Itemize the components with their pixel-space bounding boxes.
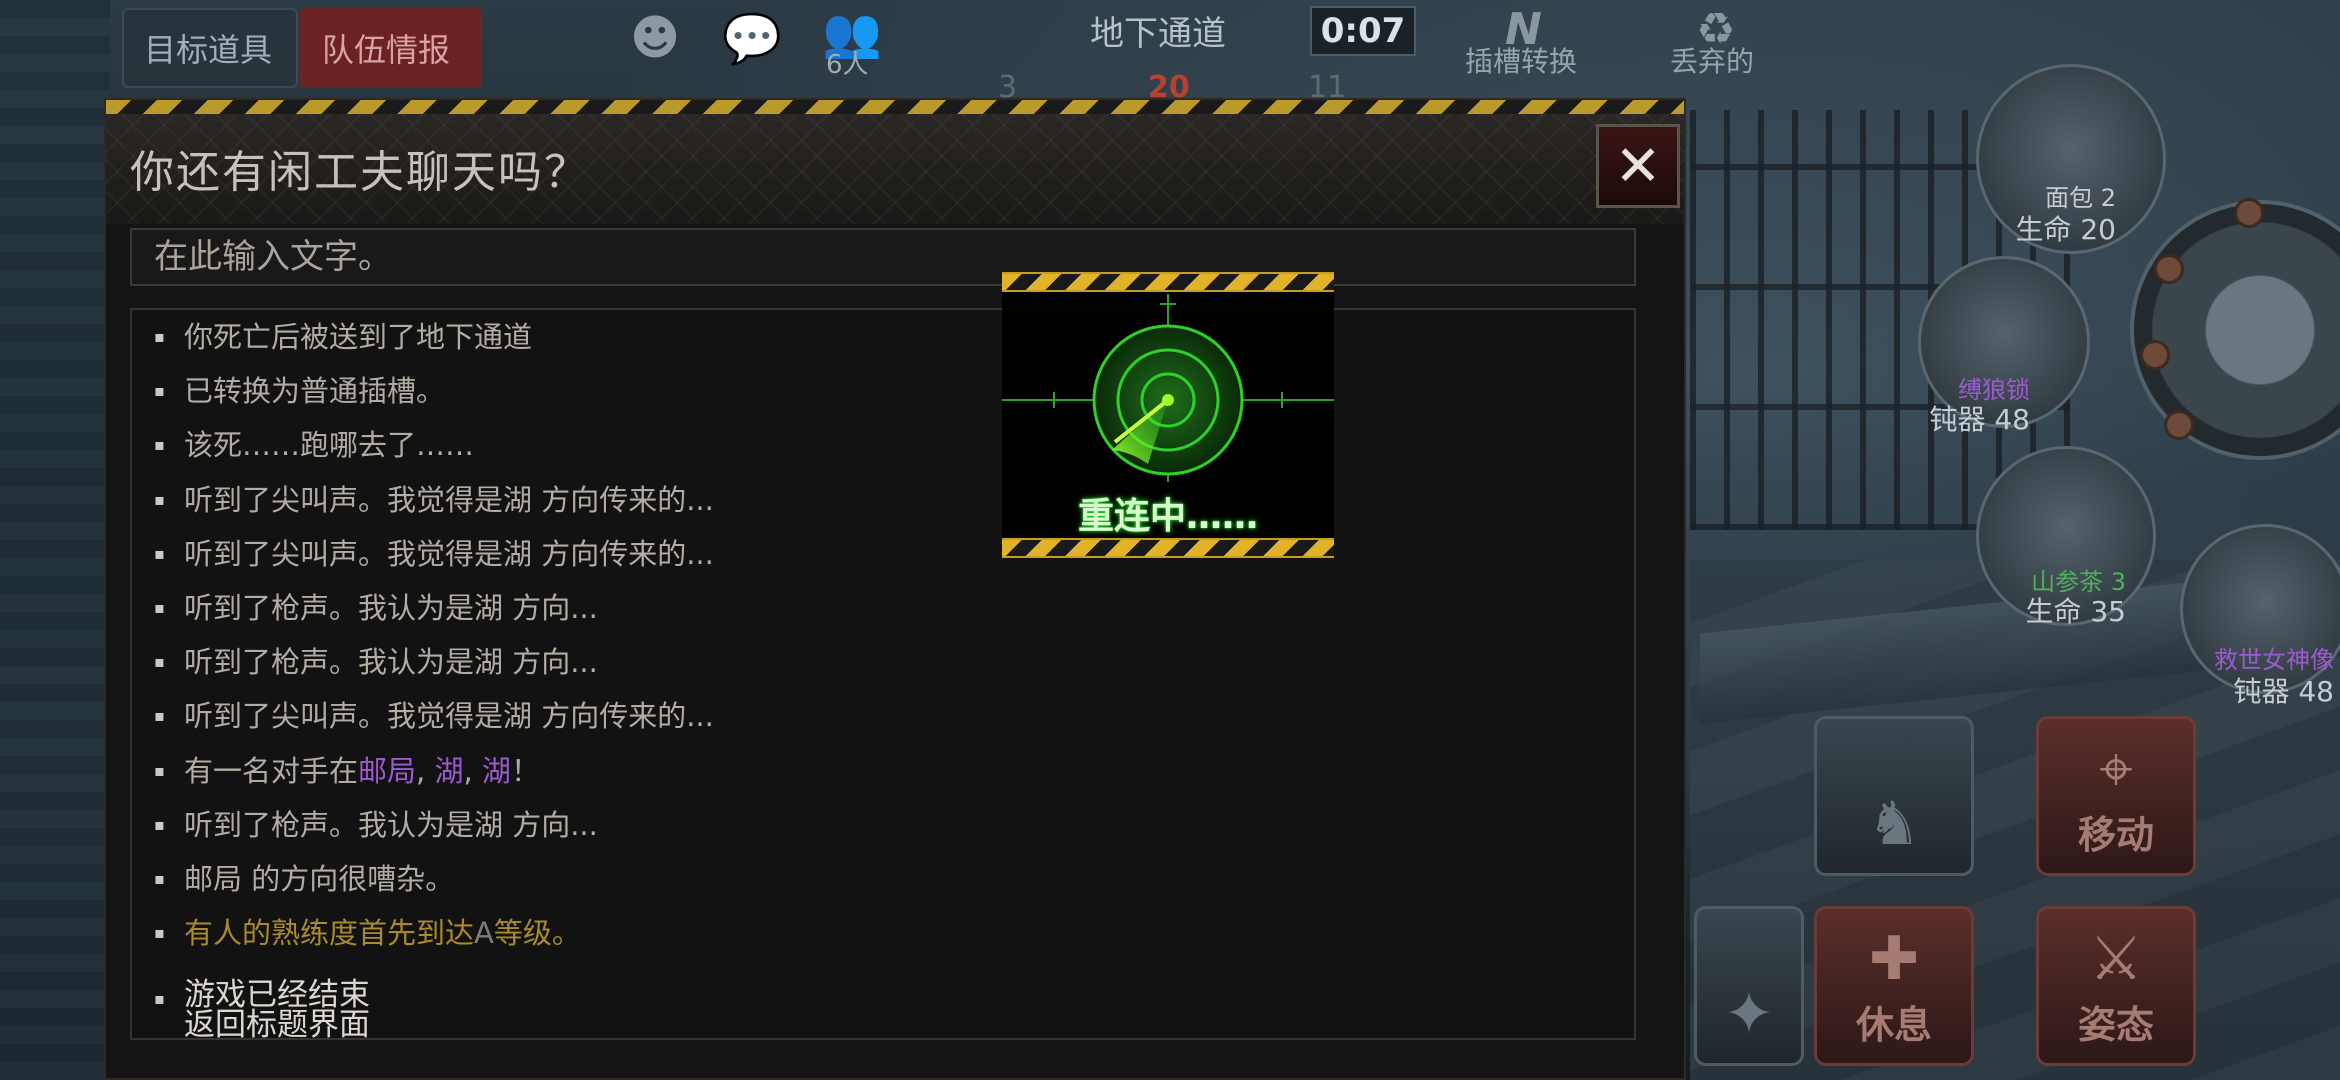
enemy-location-message: 有一名对手在邮局, 湖, 湖！ <box>154 748 1634 802</box>
item-stat: 钝器 48 <box>1929 403 2030 436</box>
rest-button[interactable]: ✚ 休息 <box>1814 906 1974 1066</box>
grade: A <box>474 916 494 951</box>
joystick-stud <box>2154 254 2184 284</box>
reconnecting-text: 重连中…… <box>1077 496 1258 537</box>
close-icon: ✕ <box>1614 133 1662 199</box>
plus-icon: ✚ <box>1868 924 1920 994</box>
location-link: 湖 <box>481 753 511 788</box>
chat-message: 邮局 的方向很嘈杂。 <box>154 856 1634 910</box>
chat-message: 听到了尖叫声。我觉得是湖 方向传来的... <box>154 477 1634 531</box>
return-title-line[interactable]: 返回标题界面 <box>184 1010 1634 1038</box>
close-button[interactable]: ✕ <box>1596 124 1680 208</box>
joystick-stud <box>2234 198 2264 228</box>
game-over-message[interactable]: 游戏已经结束 返回标题界面 <box>154 964 1634 1038</box>
hazard-stripe <box>1002 272 1334 292</box>
game-over-line: 游戏已经结束 <box>184 977 370 1014</box>
top-hud: 目标道具 队伍情报 ☻ 💬 👥 6人 地下通道 0:07 3 20 11 N 插… <box>0 0 2340 105</box>
joystick-stud <box>2140 340 2170 370</box>
chat-title: 你还有闲工夫聊天吗？ <box>130 147 590 198</box>
stance-button[interactable]: ⚔ 姿态 <box>2036 906 2196 1066</box>
chat-dialog: 你还有闲工夫聊天吗？ ✕ 在此输入文字。 你死亡后被送到了地下通道 已转换为普通… <box>104 98 1686 1080</box>
msg-text: 等级。 <box>493 916 581 951</box>
team-info-tab[interactable]: 队伍情报 <box>300 8 482 88</box>
msg-text: , <box>463 753 482 788</box>
stance-label: 姿态 <box>2077 1003 2154 1047</box>
chat-message: 已转换为普通插槽。 <box>154 368 1634 422</box>
skill-button[interactable]: ✦ <box>1694 906 1804 1066</box>
hazard-stripe <box>106 100 1684 114</box>
portrait-button[interactable]: ♞ <box>1814 716 1974 876</box>
msg-text: 有一名对手在 <box>184 753 359 788</box>
msg-text: ！ <box>510 753 540 788</box>
item-stat: 生命 20 <box>2015 213 2116 246</box>
slot-switch-label[interactable]: 插槽转换 <box>1465 40 1577 80</box>
reconnect-overlay: 重连中…… <box>1002 272 1334 558</box>
chat-message: 听到了枪声。我认为是湖 方向... <box>154 802 1634 856</box>
msg-text: , <box>416 753 435 788</box>
chat-log[interactable]: 你死亡后被送到了地下通道 已转换为普通插槽。 该死……跑哪去了…… 听到了尖叫声… <box>130 308 1636 1040</box>
move-label: 移动 <box>2077 813 2154 857</box>
chat-bubble-icon[interactable]: 💬 <box>722 10 782 67</box>
chat-message: 听到了尖叫声。我觉得是湖 方向传来的... <box>154 693 1634 747</box>
chat-header: 你还有闲工夫聊天吗？ ✕ <box>106 114 1684 224</box>
chat-message: 该死……跑哪去了…… <box>154 422 1634 476</box>
chat-message: 听到了尖叫声。我觉得是湖 方向传来的... <box>154 531 1634 585</box>
chat-message: 你死亡后被送到了地下通道 <box>154 314 1634 368</box>
joystick-stud <box>2164 410 2194 440</box>
character-portrait-icon: ♞ <box>1867 789 1921 859</box>
area-name: 地下通道 <box>1090 14 1226 54</box>
emote-icon[interactable]: ☻ <box>630 10 680 66</box>
player-count: 6人 <box>826 50 869 80</box>
skill-icon: ✦ <box>1723 979 1775 1049</box>
location-link: 邮局 <box>358 753 417 788</box>
corridor-wall <box>0 0 110 1080</box>
chat-message: 听到了枪声。我认为是湖 方向... <box>154 585 1634 639</box>
rest-label: 休息 <box>1855 1003 1932 1047</box>
proficiency-message: 有人的熟练度首先到达A等级。 <box>154 910 1634 964</box>
chat-input[interactable]: 在此输入文字。 <box>130 228 1636 286</box>
msg-text: 有人的熟练度首先到达 <box>184 916 475 951</box>
location-link: 湖 <box>434 753 464 788</box>
crossed-swords-icon: ⚔ <box>2089 924 2143 994</box>
hazard-stripe <box>1002 538 1334 558</box>
map-pin-icon: ⌖ <box>2099 734 2133 804</box>
item-stat: 生命 35 <box>2025 595 2126 628</box>
target-items-tab[interactable]: 目标道具 <box>122 8 298 88</box>
move-button[interactable]: ⌖ 移动 <box>2036 716 2196 876</box>
match-timer: 0:07 <box>1310 6 1416 56</box>
chat-message: 听到了枪声。我认为是湖 方向... <box>154 639 1634 693</box>
item-stat: 钝器 48 <box>2233 675 2334 708</box>
discard-label[interactable]: 丢弃的 <box>1670 40 1754 80</box>
